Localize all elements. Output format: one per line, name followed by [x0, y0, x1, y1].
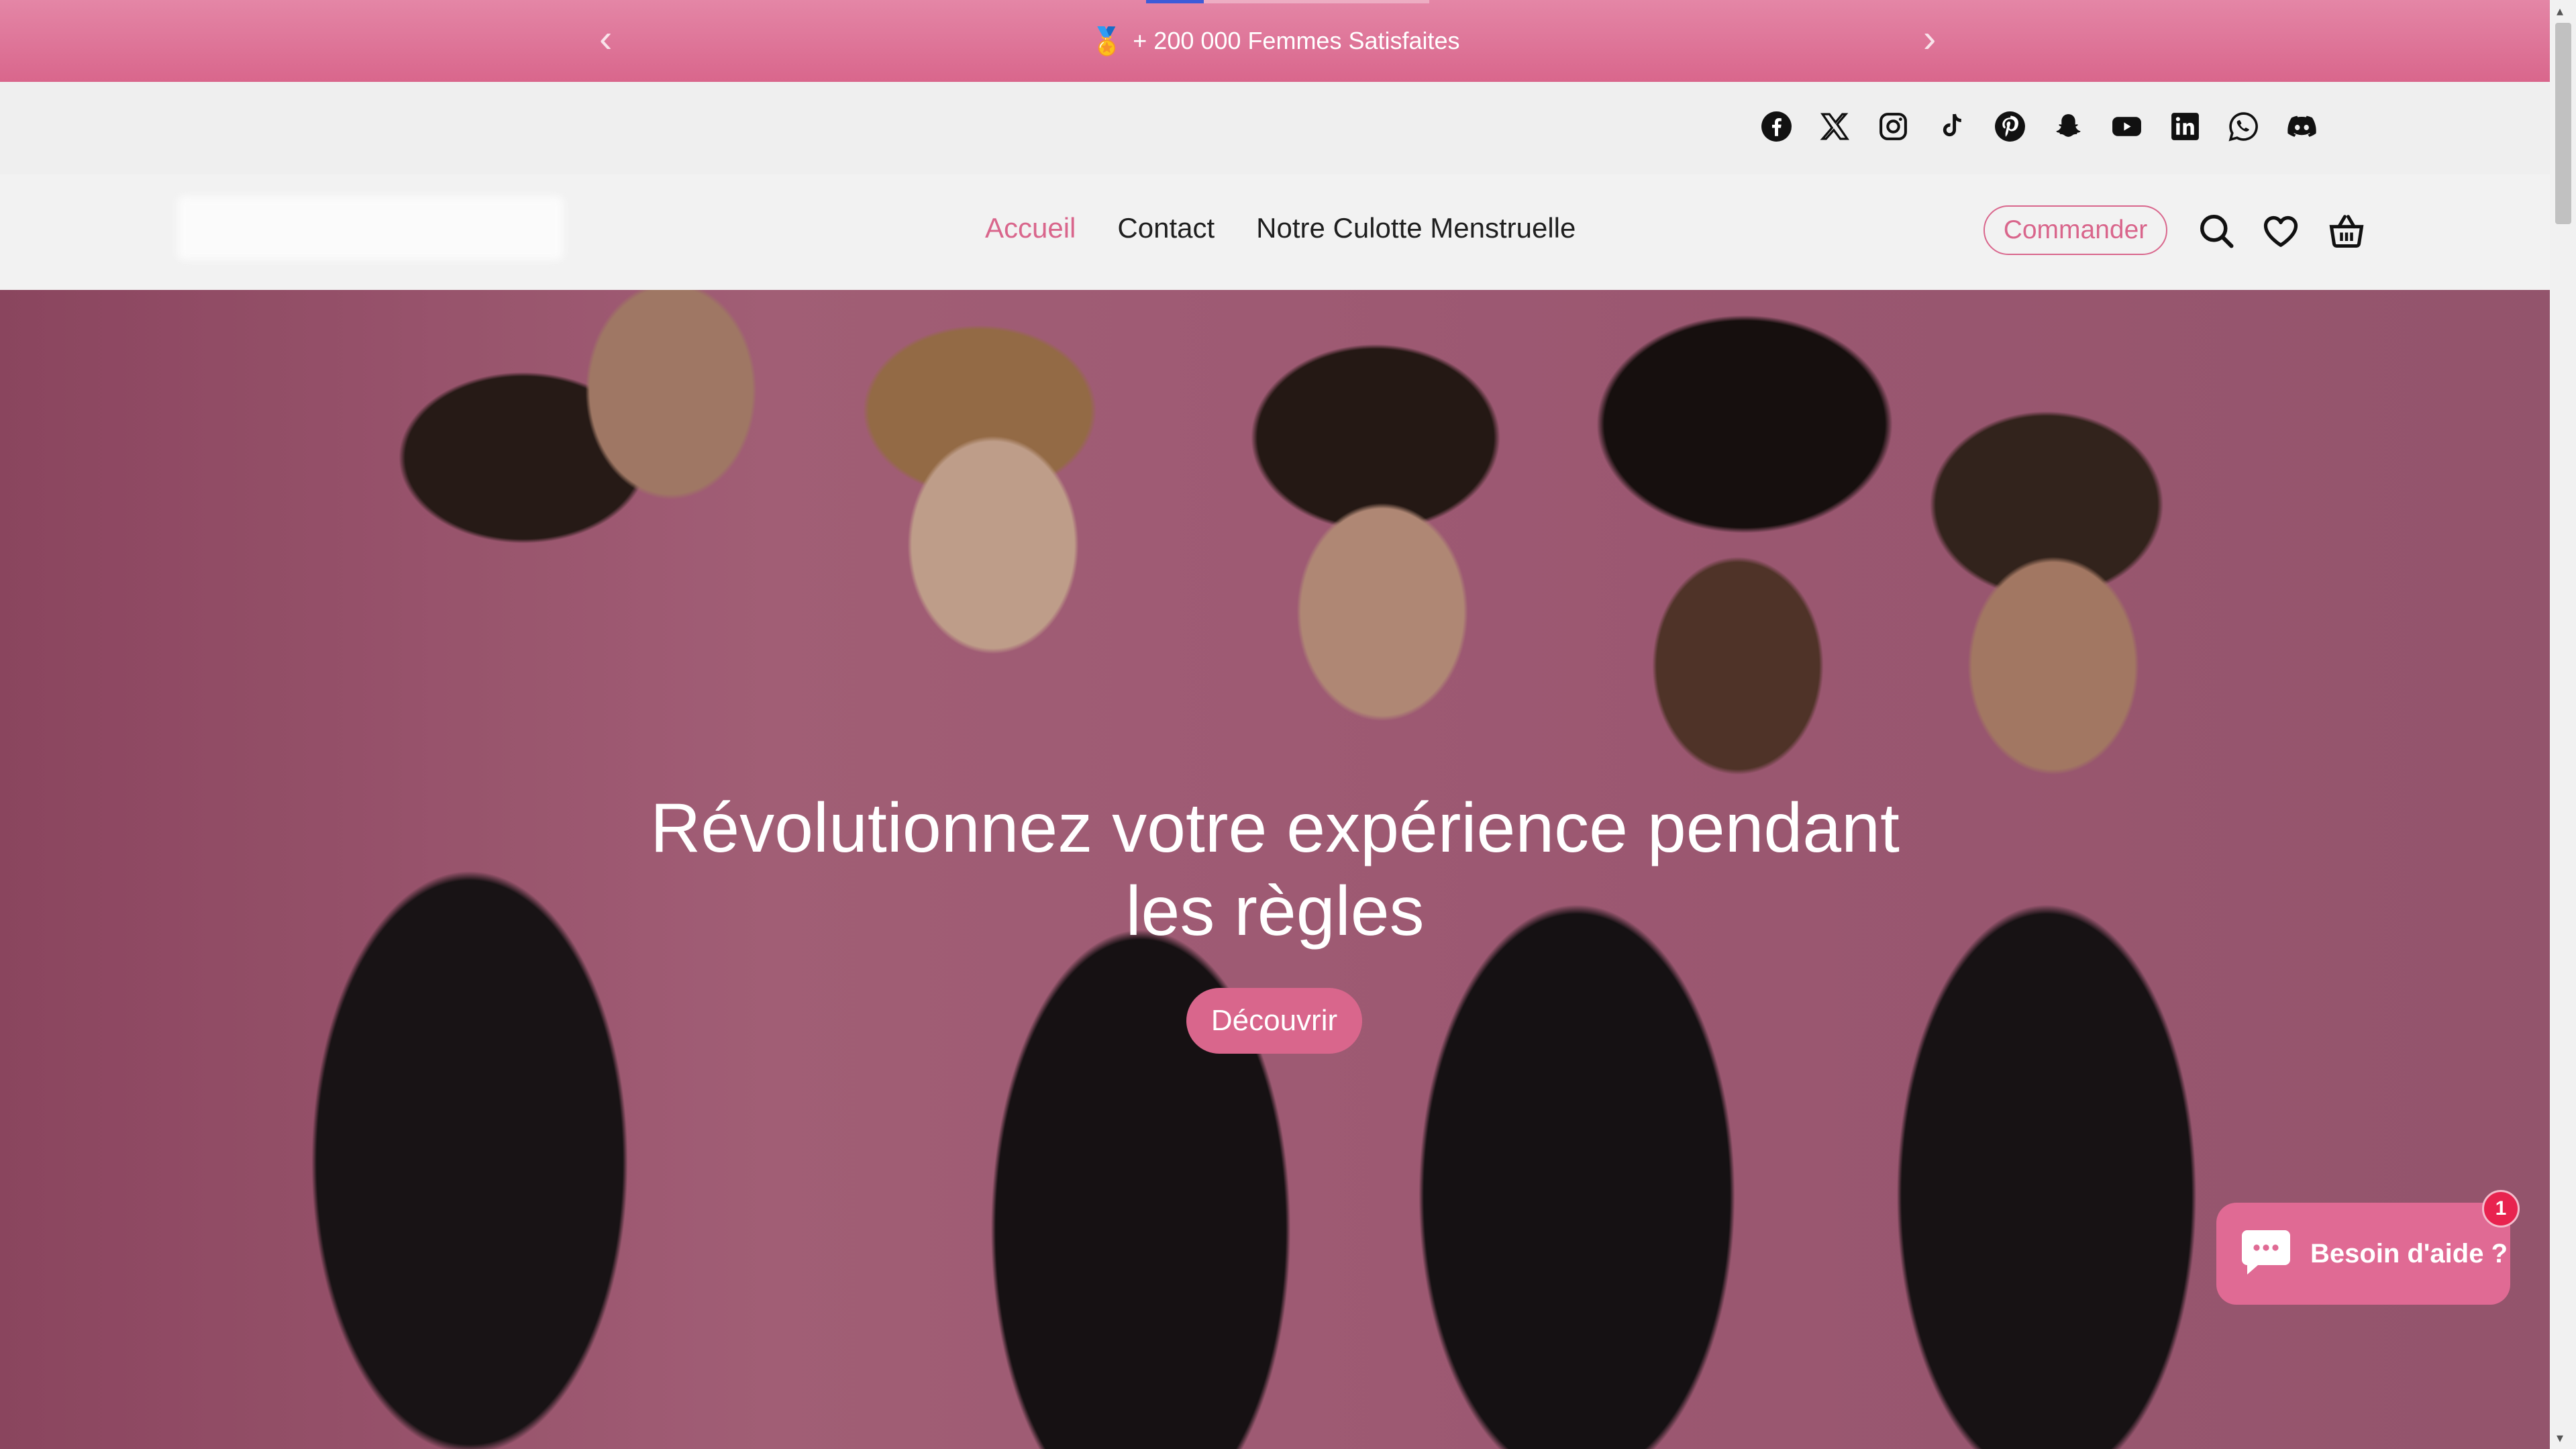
- announcement-bar: ‹ 🏅 + 200 000 Femmes Satisfaites ›: [0, 0, 2550, 82]
- notification-badge: 1: [2482, 1190, 2520, 1228]
- medal-icon: 🏅: [1090, 26, 1124, 56]
- snapchat-icon[interactable]: [2052, 110, 2085, 143]
- nav-item-accueil[interactable]: Accueil: [985, 212, 1076, 244]
- nav-item-contact[interactable]: Contact: [1117, 212, 1215, 244]
- announcement-next-arrow[interactable]: ›: [1923, 19, 1936, 59]
- linkedin-icon[interactable]: [2169, 110, 2202, 143]
- social-links: [1760, 110, 2318, 143]
- hero-banner: Révolutionnez votre expérience pendant l…: [0, 290, 2550, 1449]
- announcement-progress: [1146, 0, 1429, 3]
- pinterest-icon[interactable]: [1994, 110, 2026, 143]
- discord-icon[interactable]: [2285, 110, 2318, 143]
- announcement-text: + 200 000 Femmes Satisfaites: [1133, 27, 1460, 54]
- scroll-down-arrow[interactable]: ▾: [2557, 1430, 2563, 1446]
- page-scrollbar[interactable]: ▴ ▾: [2550, 0, 2576, 1449]
- scrollbar-thumb[interactable]: [2555, 23, 2571, 224]
- youtube-icon[interactable]: [2110, 110, 2143, 143]
- scroll-up-arrow[interactable]: ▴: [2557, 3, 2563, 19]
- chat-label: Besoin d'aide ?: [2310, 1238, 2508, 1268]
- tiktok-icon[interactable]: [1935, 110, 1968, 143]
- nav-item-culotte-menstruelle[interactable]: Notre Culotte Menstruelle: [1256, 212, 1576, 244]
- facebook-icon[interactable]: [1760, 110, 1793, 143]
- instagram-icon[interactable]: [1877, 110, 1910, 143]
- help-chat-button[interactable]: Besoin d'aide ?: [2216, 1203, 2510, 1305]
- search-icon[interactable]: [2196, 211, 2236, 251]
- heart-icon[interactable]: [2261, 211, 2301, 251]
- x-icon[interactable]: [1818, 110, 1851, 143]
- announcement-message: 🏅 + 200 000 Femmes Satisfaites: [1090, 26, 1459, 57]
- chat-bubble-icon: [2239, 1228, 2293, 1281]
- hero-title: Révolutionnez votre expérience pendant l…: [650, 789, 1900, 950]
- site-header: Accueil Contact Notre Culotte Menstruell…: [0, 174, 2550, 290]
- basket-icon[interactable]: [2326, 211, 2367, 251]
- discover-button[interactable]: Découvrir: [1186, 988, 1362, 1054]
- logo[interactable]: [177, 196, 564, 260]
- whatsapp-icon[interactable]: [2227, 110, 2260, 143]
- social-bar: [0, 82, 2550, 174]
- announcement-prev-arrow[interactable]: ‹: [599, 19, 612, 59]
- main-nav: Accueil Contact Notre Culotte Menstruell…: [985, 212, 1576, 244]
- order-button[interactable]: Commander: [1983, 205, 2167, 255]
